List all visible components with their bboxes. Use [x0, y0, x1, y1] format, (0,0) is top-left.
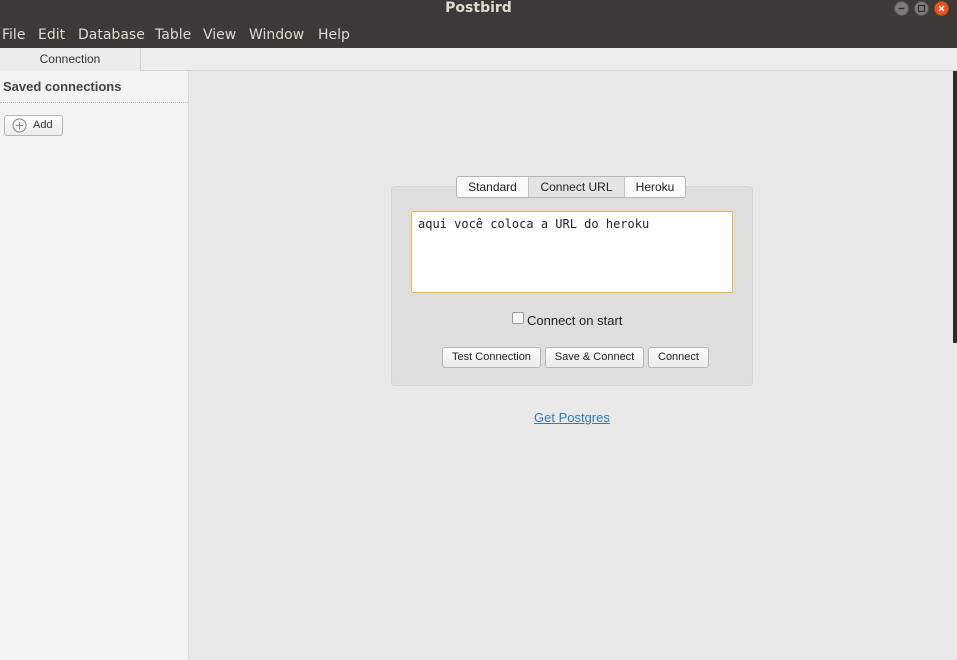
connect-on-start-checkbox[interactable]	[512, 312, 524, 324]
add-button-label: Add	[33, 119, 53, 131]
window-title: Postbird	[445, 0, 512, 16]
menu-help[interactable]: Help	[318, 18, 350, 48]
plus-circle-icon	[12, 118, 27, 136]
connection-url-input[interactable]: aqui você coloca a URL do heroku	[411, 211, 733, 293]
close-icon[interactable]	[934, 1, 949, 16]
minimize-icon[interactable]	[894, 1, 909, 16]
mode-heroku[interactable]: Heroku	[625, 177, 685, 197]
connect-on-start-label: Connect on start	[527, 313, 623, 328]
background-window-edge	[953, 71, 957, 343]
saved-connections-title: Saved connections	[0, 71, 188, 103]
add-connection-button[interactable]: Add	[4, 115, 63, 136]
menu-edit[interactable]: Edit	[38, 18, 65, 48]
get-postgres-link[interactable]: Get Postgres	[534, 410, 610, 425]
menu-database[interactable]: Database	[78, 18, 145, 48]
menu-bar: File Edit Database Table View Window Hel…	[0, 18, 957, 48]
title-bar: Postbird	[0, 0, 957, 18]
save-connect-button[interactable]: Save & Connect	[545, 347, 644, 368]
connection-mode-tabs: Standard Connect URL Heroku	[456, 176, 686, 198]
menu-file[interactable]: File	[2, 18, 25, 48]
connect-button[interactable]: Connect	[648, 347, 709, 368]
test-connection-button[interactable]: Test Connection	[442, 347, 541, 368]
mode-standard[interactable]: Standard	[457, 177, 529, 197]
tab-strip: Connection	[0, 48, 957, 71]
menu-window[interactable]: Window	[249, 18, 304, 48]
menu-table[interactable]: Table	[155, 18, 191, 48]
mode-connect-url[interactable]: Connect URL	[529, 177, 625, 197]
sidebar: Saved connections Add	[0, 71, 189, 660]
maximize-icon[interactable]	[914, 1, 929, 16]
tab-connection[interactable]: Connection	[0, 48, 141, 71]
main-area: Standard Connect URL Heroku aqui você co…	[189, 71, 957, 660]
menu-view[interactable]: View	[203, 18, 236, 48]
